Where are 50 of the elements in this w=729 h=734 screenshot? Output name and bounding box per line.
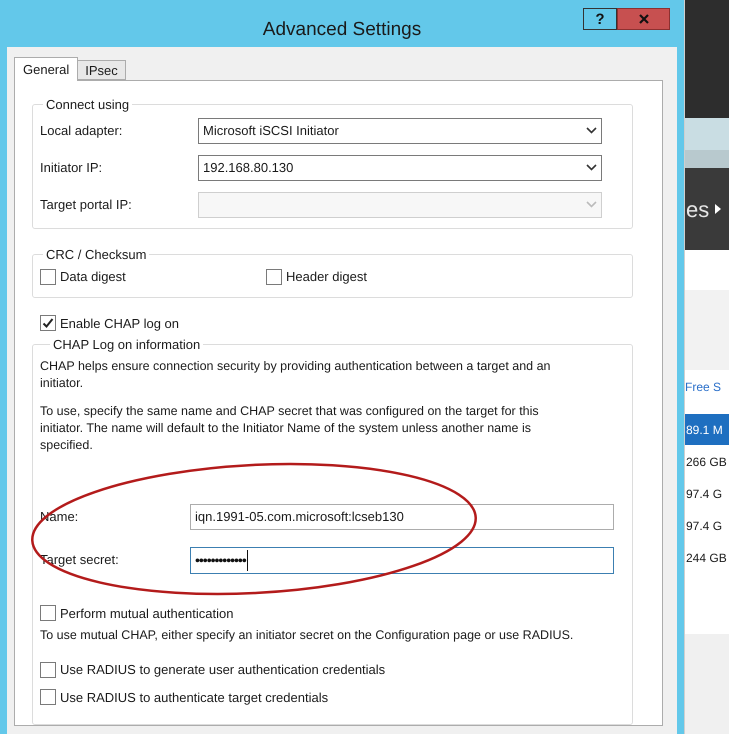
chevron-down-icon — [586, 201, 597, 208]
dropdown[interactable]: Microsoft iSCSI Initiator — [198, 118, 602, 144]
checkbox-label: Header digest — [286, 268, 367, 286]
checkbox-label: Enable CHAP log on — [60, 314, 180, 333]
checkbox-label: Data digest — [60, 268, 126, 286]
checkbox-label: Perform mutual authentication — [60, 604, 234, 622]
table-cell-text: 97.4 G — [686, 518, 722, 534]
help-button[interactable]: ? — [583, 8, 617, 30]
close-button[interactable] — [617, 8, 670, 30]
checkbox[interactable] — [40, 315, 56, 332]
instructions-text: To use, specify the same name and CHAP secret that was configured on the target for this initiator. The name will default to the Initiator Name of the system unless another name is specified. — [40, 402, 540, 454]
dropdown[interactable]: 192.168.80.130 — [198, 154, 602, 180]
section-heading: es — [686, 196, 710, 224]
checkmark-icon — [42, 317, 54, 330]
table-cell-text: 244 GB — [686, 550, 727, 566]
toolbar-band — [685, 150, 729, 168]
table-cell-text: 266 GB — [686, 454, 727, 470]
input-value: ••••••••••••• — [195, 550, 248, 570]
dropdown-value: 192.168.80.130 — [203, 158, 294, 177]
checkbox[interactable] — [40, 605, 56, 622]
chevron-down-icon — [586, 127, 597, 134]
chevron-down-icon — [586, 164, 597, 171]
caret-right-icon — [715, 204, 722, 214]
password-input[interactable]: ••••••••••••• — [190, 546, 614, 574]
window-title: Advanced Settings — [262, 18, 422, 42]
group-title: CRC / Checksum — [45, 246, 148, 264]
checkbox[interactable] — [40, 268, 56, 285]
tab[interactable]: General — [14, 57, 78, 81]
group-title: Connect using — [45, 96, 130, 114]
column-header: Free S — [685, 379, 722, 396]
close-icon — [638, 14, 648, 24]
table-row[interactable]: 89.1 M — [685, 414, 729, 445]
checkbox[interactable] — [40, 662, 56, 678]
field-label: Initiator IP: — [40, 158, 104, 177]
field-label: Target portal IP: — [40, 196, 133, 214]
checkbox-label: Use RADIUS to authenticate target credentials — [60, 688, 328, 707]
checkbox[interactable] — [40, 689, 56, 706]
input-value: iqn.1991-05.com.microsoft:lcseb130 — [195, 508, 404, 526]
mutual-note-text: To use mutual CHAP, either specify an initiator secret on the Configuration page or use RADIUS. — [40, 627, 574, 644]
table-cell-text: 97.4 G — [686, 486, 722, 502]
checkbox-label: Use RADIUS to generate user authentication credentials — [60, 661, 386, 679]
table-cell-text: 89.1 M — [686, 422, 723, 438]
field-label: Local adapter: — [40, 122, 124, 140]
ribbon-band — [685, 118, 729, 150]
dropdown-value: Microsoft iSCSI Initiator — [203, 122, 339, 140]
checkbox[interactable] — [266, 268, 282, 285]
name-input[interactable]: iqn.1991-05.com.microsoft:lcseb130 — [190, 504, 614, 530]
tab[interactable]: IPsec — [78, 60, 126, 80]
description-text: CHAP helps ensure connection security by providing authentication between a target and an initiator. — [40, 358, 552, 392]
group-title: CHAP Log on information — [52, 336, 202, 354]
